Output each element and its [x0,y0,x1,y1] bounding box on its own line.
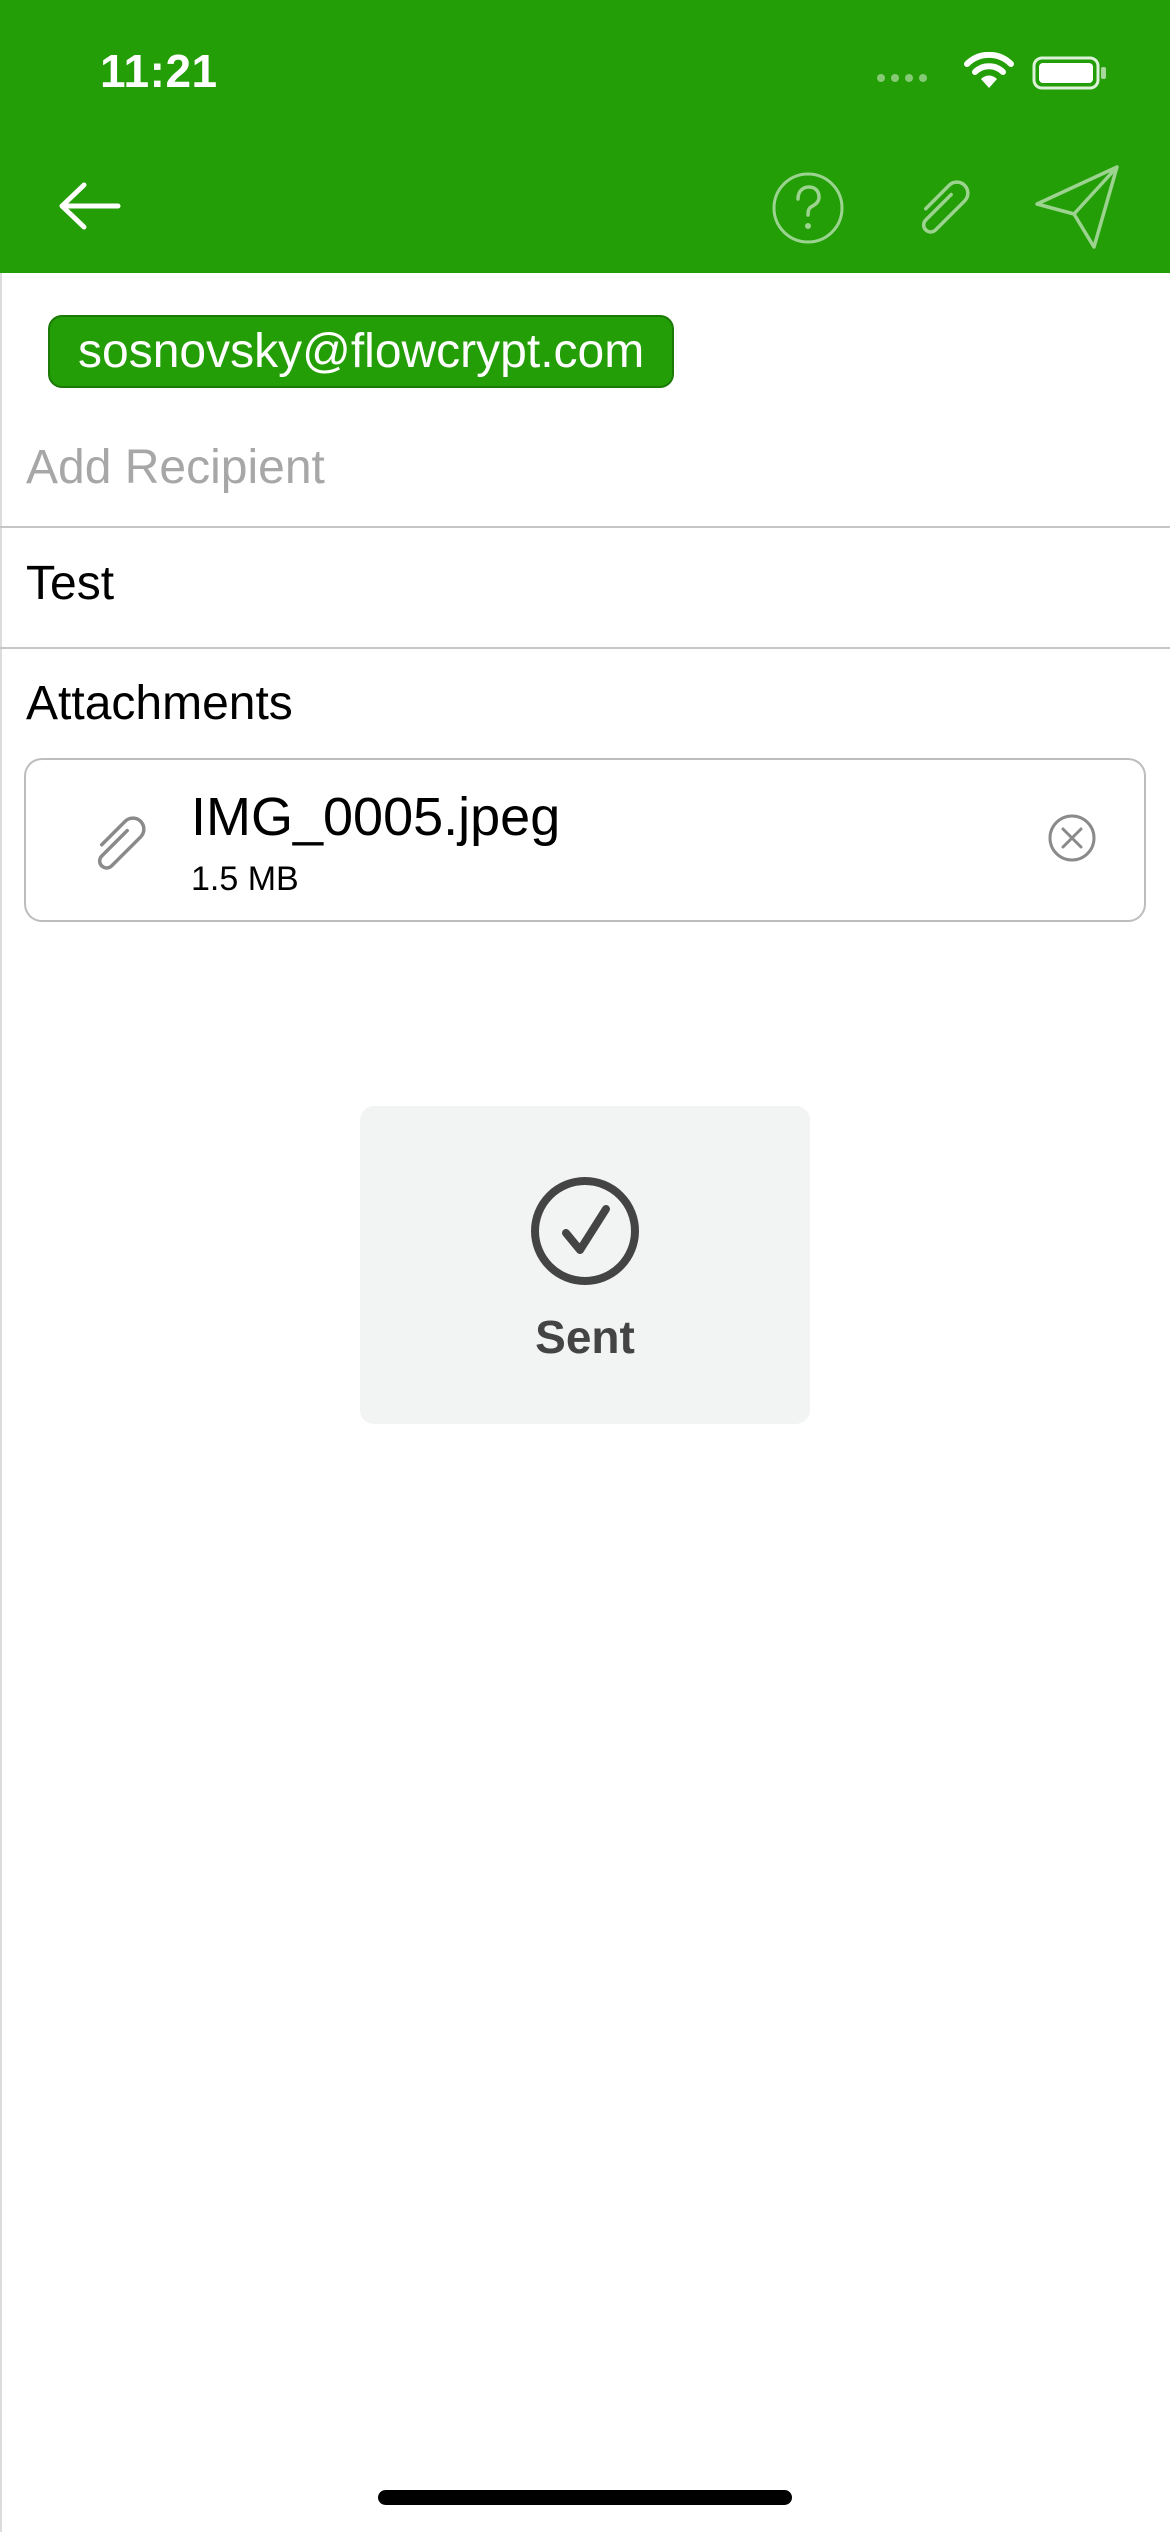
send-button[interactable] [1032,162,1122,252]
subject-divider [0,647,1170,649]
signal-icon [876,70,930,88]
close-circle-icon [1046,814,1098,868]
checkmark-circle-icon [530,1176,640,1291]
status-time: 11:21 [100,45,218,97]
question-circle-icon [770,170,846,246]
attachments-label: Attachments [26,677,293,730]
remove-attachment-button[interactable] [1046,812,1098,869]
sent-label: Sent [535,1311,635,1363]
paperclip-icon [78,804,158,889]
paperclip-icon [902,168,982,248]
attachment-name: IMG_0005.jpeg [191,787,561,847]
recipient-divider [0,526,1170,528]
attachment-item[interactable]: IMG_0005.jpeg 1.5 MB [24,758,1146,922]
home-indicator[interactable] [378,2490,792,2505]
navigation-bar: 11:21 [0,0,1170,273]
arrow-left-icon [58,182,122,230]
left-edge-divider [0,273,2,2532]
add-recipient-input[interactable] [26,435,1126,499]
help-button[interactable] [770,170,846,246]
attachment-size: 1.5 MB [191,860,299,898]
paper-plane-icon [1032,162,1122,252]
attach-button[interactable] [902,168,982,248]
sent-hud: Sent [360,1106,810,1424]
wifi-icon [964,51,1014,95]
back-button[interactable] [58,182,122,230]
recipient-chip[interactable]: sosnovsky@flowcrypt.com [48,315,675,388]
battery-icon [1032,56,1108,95]
subject-field[interactable]: Test [26,556,114,611]
